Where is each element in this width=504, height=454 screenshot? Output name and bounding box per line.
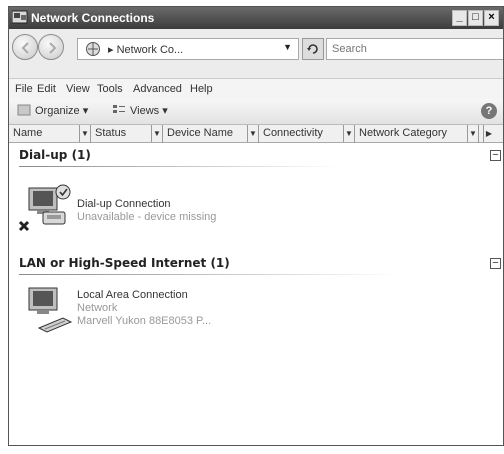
breadcrumb[interactable]: ▸ Network Co... ▼	[77, 38, 299, 60]
views-icon	[113, 105, 125, 113]
menu-file[interactable]: File	[15, 83, 33, 95]
column-device-name-label: Device Name	[167, 127, 234, 139]
menu-help[interactable]: Help	[190, 83, 213, 95]
connections-list: Dial-up (1) − Dial-up Connection Unavail…	[9, 144, 503, 445]
breadcrumb-text[interactable]: ▸ Network Co...	[108, 43, 183, 56]
address-bar: ▸ Network Co... ▼	[9, 29, 503, 79]
views-button[interactable]: Views ▾	[112, 104, 168, 117]
back-button[interactable]	[12, 34, 38, 60]
menu-edit[interactable]: Edit	[37, 83, 56, 95]
chevron-down-icon[interactable]: ▼	[151, 125, 162, 142]
forward-arrow-icon	[49, 42, 57, 54]
connection-status: Unavailable - device missing	[77, 211, 217, 223]
title-bar[interactable]: Network Connections _ □ ×	[9, 7, 503, 29]
connection-network: Network	[77, 302, 118, 314]
lan-connection-icon	[28, 287, 73, 333]
network-folder-icon	[12, 10, 28, 24]
group-divider	[19, 274, 399, 275]
group-header-dialup[interactable]: Dial-up (1)	[19, 148, 91, 162]
command-toolbar: Organize ▾ Views ▾ ?	[9, 99, 503, 125]
refresh-button[interactable]	[302, 38, 324, 60]
chevron-right-icon[interactable]: ▶	[483, 125, 494, 142]
refresh-icon	[307, 44, 318, 54]
chevron-down-icon[interactable]: ▼	[247, 125, 258, 142]
close-button[interactable]: ×	[484, 10, 499, 26]
organize-button[interactable]: Organize ▾	[17, 104, 88, 117]
help-icon[interactable]: ?	[481, 103, 497, 119]
column-name[interactable]: Name ▼	[9, 125, 91, 143]
column-overflow[interactable]: ▶	[479, 125, 503, 143]
column-network-category[interactable]: Network Category ▼	[355, 125, 479, 143]
organize-icon	[17, 104, 31, 116]
organize-label: Organize ▾	[35, 105, 89, 117]
column-device-name[interactable]: Device Name ▼	[163, 125, 259, 143]
lan-item-text: Local Area Connection Network Marvell Yu…	[77, 289, 211, 328]
chevron-down-icon[interactable]: ▼	[79, 125, 90, 142]
search-input[interactable]	[326, 38, 503, 60]
collapse-group-button[interactable]: −	[490, 258, 501, 269]
column-status[interactable]: Status ▼	[91, 125, 163, 143]
chevron-down-icon[interactable]: ▼	[283, 42, 292, 52]
connection-device: Marvell Yukon 88E8053 P...	[77, 315, 212, 327]
column-connectivity[interactable]: Connectivity ▼	[259, 125, 355, 143]
maximize-button[interactable]: □	[468, 10, 483, 26]
column-name-label: Name	[13, 127, 43, 139]
window-title: Network Connections	[31, 11, 155, 25]
column-connectivity-label: Connectivity	[263, 127, 323, 139]
menu-view[interactable]: View	[66, 83, 90, 95]
dialup-item-text: Dial-up Connection Unavailable - device …	[77, 198, 216, 224]
menu-bar: File Edit View Tools Advanced Help	[9, 79, 503, 99]
menu-advanced[interactable]: Advanced	[133, 83, 182, 95]
back-arrow-icon	[21, 42, 29, 54]
dialup-modem-icon	[18, 184, 71, 232]
group-header-lan[interactable]: LAN or High-Speed Internet (1)	[19, 256, 230, 270]
column-network-category-label: Network Category	[359, 127, 448, 139]
connection-name: Local Area Connection	[77, 289, 188, 301]
network-location-icon	[86, 42, 100, 56]
views-label: Views ▾	[130, 105, 168, 117]
column-headers: Name ▼ Status ▼ Device Name ▼ Connectivity ▼…	[9, 125, 503, 143]
chevron-down-icon[interactable]: ▼	[343, 125, 354, 142]
chevron-down-icon[interactable]: ▼	[467, 125, 478, 142]
minimize-button[interactable]: _	[452, 10, 467, 26]
connection-name: Dial-up Connection	[77, 198, 171, 210]
column-status-label: Status	[95, 127, 127, 139]
network-connections-window: Network Connections _ □ × ▸ Network Co..…	[8, 6, 504, 446]
forward-button[interactable]	[38, 34, 64, 60]
group-divider	[19, 166, 339, 167]
menu-tools[interactable]: Tools	[97, 83, 123, 95]
collapse-group-button[interactable]: −	[490, 150, 501, 161]
